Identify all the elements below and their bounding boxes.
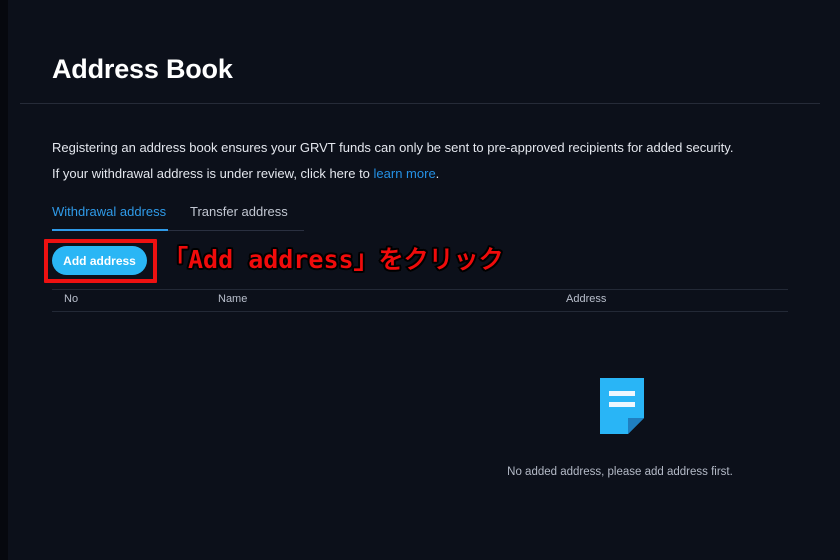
address-type-tabs: Withdrawal address Transfer address	[52, 203, 304, 232]
table-header-name: Name	[218, 293, 248, 305]
tab-withdrawal-address[interactable]: Withdrawal address	[52, 203, 166, 221]
table-header-border	[52, 311, 788, 312]
description-line-1: Registering an address book ensures your…	[52, 140, 734, 155]
empty-state: No added address, please add address fir…	[392, 378, 840, 498]
table-header-address: Address	[566, 293, 607, 305]
description-line-2-prefix: If your withdrawal address is under revi…	[52, 166, 374, 181]
address-book-page: Address Book Registering an address book…	[0, 0, 840, 560]
page-title: Address Book	[52, 54, 233, 84]
description-line-2: If your withdrawal address is under revi…	[52, 165, 439, 183]
learn-more-link[interactable]: learn more	[374, 166, 436, 181]
document-icon	[600, 378, 644, 434]
empty-state-message: No added address, please add address fir…	[507, 466, 733, 478]
annotation-instruction-text: 「Add address」をクリック	[162, 244, 506, 276]
tab-transfer-address[interactable]: Transfer address	[190, 203, 288, 221]
window-left-edge	[0, 0, 8, 560]
add-address-button[interactable]: Add address	[52, 246, 147, 275]
tab-active-indicator	[52, 229, 168, 231]
description-line-2-suffix: .	[435, 166, 440, 181]
table-header-row: No Name Address	[52, 290, 788, 311]
title-divider	[20, 103, 820, 104]
table-header-no: No	[64, 293, 79, 305]
